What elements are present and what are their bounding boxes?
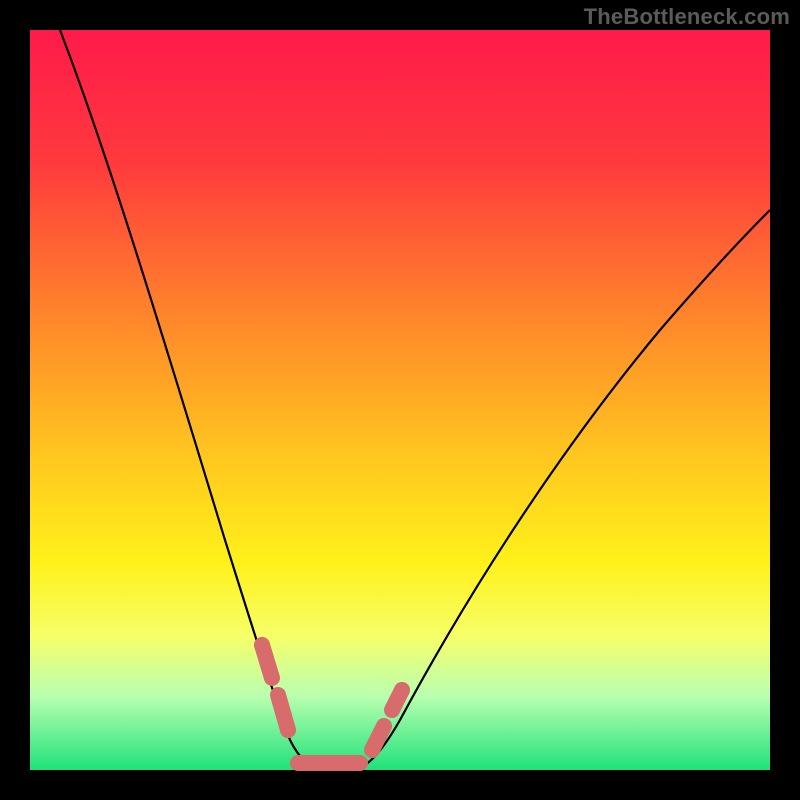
- watermark-label: TheBottleneck.com: [584, 4, 790, 30]
- plot-background: [30, 30, 770, 770]
- bottleneck-chart: [0, 0, 800, 800]
- chart-frame: TheBottleneck.com: [0, 0, 800, 800]
